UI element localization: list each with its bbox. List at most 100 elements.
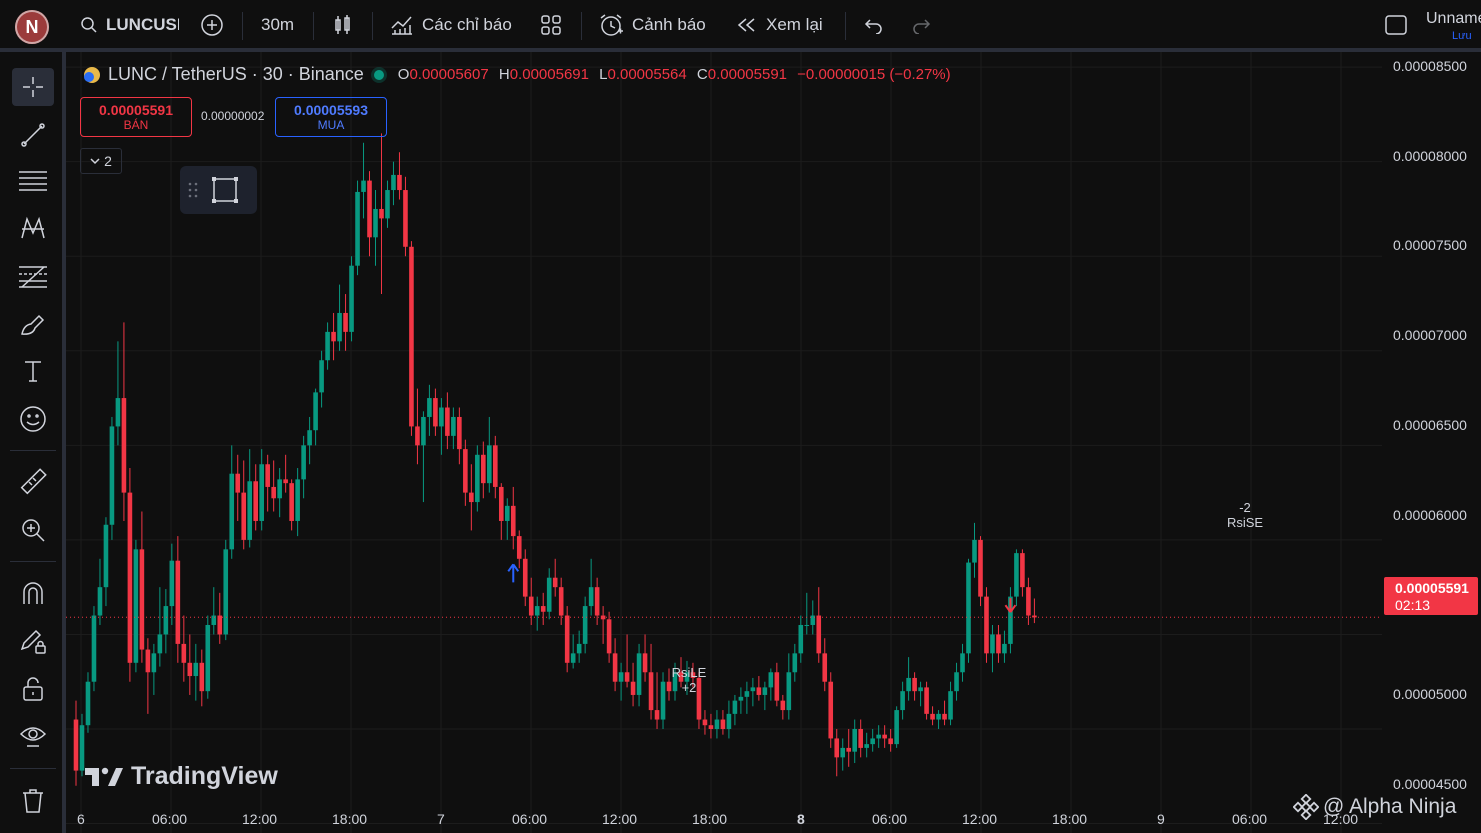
- candle-body: [241, 492, 247, 540]
- delete-tool[interactable]: [12, 782, 54, 820]
- candle: [774, 662, 780, 707]
- symbol-legend: LUNC / TetherUS · 30 · Binance O0.000056…: [82, 64, 957, 85]
- rewind-icon: [737, 18, 755, 32]
- candle-body: [157, 634, 163, 654]
- drag-handle-icon[interactable]: [188, 181, 198, 199]
- candle: [289, 479, 294, 531]
- candle-body: [960, 653, 965, 673]
- candle: [906, 657, 911, 701]
- tradingview-watermark: TradingView: [85, 762, 278, 791]
- magnet-tool[interactable]: [12, 574, 54, 612]
- candle-body: [1020, 553, 1025, 588]
- candle: [163, 589, 169, 654]
- save-status[interactable]: Lưu: [1452, 30, 1472, 42]
- text-tool[interactable]: [12, 352, 54, 390]
- candle: [528, 577, 534, 625]
- emoji-tool[interactable]: [12, 400, 54, 438]
- indicators-button[interactable]: Các chỉ báo: [390, 0, 512, 50]
- chart-type-button[interactable]: [333, 0, 353, 50]
- candle-body: [774, 672, 780, 701]
- hide-tool[interactable]: [12, 717, 54, 755]
- chart-pane[interactable]: [66, 52, 1481, 833]
- floating-drawing-toolbar: [180, 166, 257, 214]
- symbol-search[interactable]: LUNCUSD: [80, 0, 179, 50]
- candle: [427, 384, 432, 436]
- candle-body: [307, 430, 312, 446]
- rectangle-select-icon[interactable]: [210, 175, 240, 205]
- candle: [702, 710, 708, 735]
- replay-button[interactable]: Xem lại: [736, 0, 823, 50]
- candle: [588, 558, 594, 616]
- candle-body: [930, 713, 935, 720]
- candle: [780, 694, 786, 720]
- short-signal-qty: -2: [1239, 500, 1251, 515]
- time-tick: 06:00: [1232, 811, 1268, 827]
- layout-name[interactable]: Unnamed: [1426, 10, 1481, 28]
- candle-body: [457, 416, 462, 450]
- candle: [612, 638, 618, 692]
- time-tick: 18:00: [1052, 811, 1088, 827]
- crosshair-tool[interactable]: [12, 68, 54, 106]
- candle: [786, 653, 792, 720]
- candle-body: [936, 713, 941, 720]
- candlestick-chart[interactable]: [66, 52, 1481, 833]
- candle: [169, 543, 175, 625]
- candle-body: [972, 539, 977, 563]
- user-avatar[interactable]: N: [15, 10, 49, 44]
- trend-line-tool[interactable]: [12, 116, 54, 154]
- measure-tool[interactable]: [12, 463, 54, 501]
- undo-button[interactable]: [864, 0, 884, 50]
- candle: [91, 606, 97, 692]
- candle: [984, 587, 989, 663]
- unlock-tool[interactable]: [12, 670, 54, 708]
- candle: [756, 676, 762, 701]
- candle-body: [918, 687, 923, 692]
- candle: [73, 700, 79, 786]
- candle: [97, 558, 103, 625]
- zoom-tool[interactable]: [12, 511, 54, 549]
- price-change: −0.00000015 (−0.27%): [797, 66, 951, 83]
- compare-button[interactable]: [200, 0, 224, 50]
- brush-tool[interactable]: [12, 305, 54, 343]
- sell-button[interactable]: 0.00005591 BÁN: [80, 97, 192, 137]
- square-icon: [1385, 15, 1407, 35]
- candle: [966, 558, 971, 663]
- lunc-logo-icon: [84, 66, 100, 83]
- candle-body: [199, 662, 205, 692]
- alerts-button[interactable]: Cảnh báo: [598, 0, 706, 50]
- candle-body: [223, 549, 229, 635]
- templates-button[interactable]: [540, 0, 562, 50]
- symbol-title[interactable]: LUNC / TetherUS · 30 · Binance: [108, 64, 364, 85]
- interval-button[interactable]: 30m: [261, 0, 294, 50]
- candle: [798, 615, 804, 663]
- fib-tool[interactable]: [12, 257, 54, 295]
- candle-body: [702, 719, 708, 726]
- candle: [846, 728, 852, 767]
- horizontal-lines-tool[interactable]: [12, 162, 54, 200]
- candle: [79, 713, 85, 777]
- candle-body: [259, 464, 264, 521]
- candle: [624, 634, 630, 688]
- candle: [361, 142, 366, 219]
- candle: [481, 441, 486, 499]
- candle-body: [361, 180, 366, 192]
- candle: [223, 539, 229, 641]
- candle: [409, 241, 414, 436]
- long-signal-label: RsiLE +2: [665, 665, 713, 695]
- candle-body: [247, 481, 253, 540]
- market-status-dot: [373, 69, 384, 80]
- undo-icon: [864, 19, 882, 34]
- redo-button[interactable]: [911, 0, 931, 50]
- lock-drawings-tool[interactable]: [12, 622, 54, 660]
- candle: [978, 536, 983, 607]
- candle-body: [487, 445, 492, 484]
- candle-body: [990, 634, 995, 654]
- candle: [762, 681, 768, 711]
- candle-body: [708, 725, 714, 729]
- layout-toggle-button[interactable]: [1384, 0, 1408, 50]
- candle-body: [792, 653, 798, 673]
- long-signal-name: RsiLE: [671, 665, 707, 680]
- pattern-tool[interactable]: [12, 209, 54, 247]
- buy-button[interactable]: 0.00005593 MUA: [275, 97, 387, 137]
- indicators-collapse-button[interactable]: 2: [80, 148, 122, 174]
